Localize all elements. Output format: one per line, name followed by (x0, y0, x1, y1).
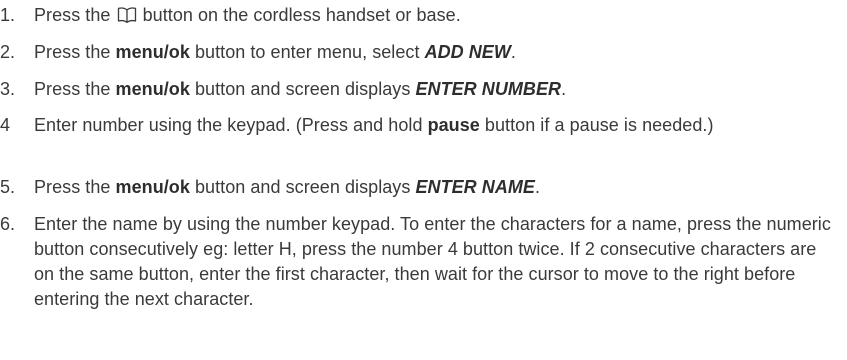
step-number: 4 (0, 115, 11, 135)
screen-option: ADD NEW (424, 42, 511, 62)
step-text-part: button and screen displays (189, 79, 416, 99)
step-number: 6. (0, 214, 16, 234)
step-text: Press the button on the cordless handset… (0, 3, 833, 28)
step-text-part: . (561, 79, 567, 99)
step-number: 2. (0, 42, 16, 62)
step-text-part: button on the cordless handset or base. (137, 5, 461, 25)
step-text: Press the menu/ok button and screen disp… (0, 77, 833, 102)
phonebook-icon (117, 6, 137, 24)
step-text-part: Enter number using the keypad. (Press an… (34, 115, 428, 135)
step-number: 5. (0, 177, 16, 197)
step-number: 3. (0, 79, 16, 99)
step-text-part: Press the (34, 5, 116, 25)
list-item: 2. Press the menu/ok button to enter men… (0, 40, 833, 65)
list-item: 6. Enter the name by using the number ke… (0, 212, 833, 312)
button-name: menu/ok (115, 177, 190, 197)
step-text: Enter the name by using the number keypa… (34, 214, 831, 309)
button-name: menu/ok (115, 42, 190, 62)
step-text-part: Press the (34, 79, 116, 99)
step-text-part: Press the (34, 177, 116, 197)
list-item: 1. Press the button on the cordless hand… (0, 3, 833, 28)
screen-message: ENTER NAME (415, 177, 535, 197)
step-text-part: . (534, 177, 541, 197)
button-name: menu/ok (115, 79, 190, 99)
list-item: 3. Press the menu/ok button and screen d… (0, 77, 833, 102)
step-text-part: button if a pause is needed.) (479, 115, 714, 135)
step-text-part: Press the (34, 42, 116, 62)
button-name: pause (427, 115, 480, 135)
step-number: 1. (0, 5, 16, 25)
step-text: Press the menu/ok button to enter menu, … (0, 40, 833, 65)
step-text-part: . (510, 42, 516, 62)
step-text: Press the menu/ok button and screen disp… (0, 175, 833, 200)
screen-message: ENTER NUMBER (415, 79, 562, 99)
list-item: 4 Enter number using the keypad. (Press … (0, 113, 833, 138)
instruction-page: 1. Press the button on the cordless hand… (0, 0, 847, 360)
list-item: 5. Press the menu/ok button and screen d… (0, 175, 833, 200)
step-text-part: button to enter menu, select (189, 42, 425, 62)
step-text: Enter number using the keypad. (Press an… (0, 113, 833, 138)
step-text-part: button and screen displays (189, 177, 416, 197)
